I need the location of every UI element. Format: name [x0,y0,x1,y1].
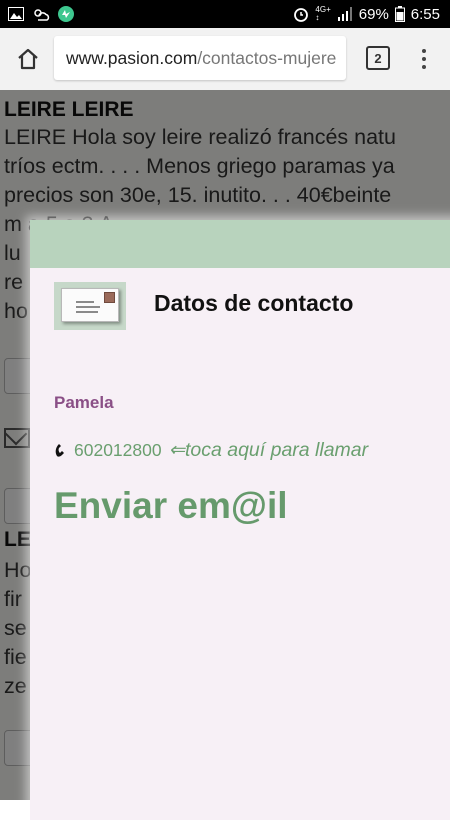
url-domain: www.pasion.com [66,47,198,68]
alarm-icon [293,6,309,22]
phone-link[interactable]: 602012800 ⇐toca aquí para llamar [54,438,368,462]
menu-dot [422,65,426,69]
tab-switcher-button[interactable]: 2 [366,46,390,70]
battery-percent: 69% [358,5,389,23]
home-icon [16,48,40,70]
contact-modal: Datos de contacto Pamela 602012800 ⇐toca… [30,220,450,820]
modal-header-bar [30,220,450,268]
status-bar: 4G+ ↕ 69% 6:55 [0,0,450,28]
address-bar[interactable]: www.pasion.com/contactos-mujere [54,36,346,80]
battery-icon [394,6,405,22]
modal-title: Datos de contacto [154,290,354,316]
send-email-link[interactable]: Enviar em@il [54,485,288,527]
app-notification-icon [58,6,74,22]
menu-dot [422,49,426,53]
envelope-icon [61,288,119,322]
phone-number[interactable]: 602012800 [74,440,162,461]
clock: 6:55 [410,5,440,23]
url-path: /contactos-mujere [197,47,337,68]
url-text: www.pasion.com/contactos-mujere [54,48,336,69]
browser-toolbar: www.pasion.com/contactos-mujere 2 [0,28,450,91]
call-hint: ⇐toca aquí para llamar [168,439,369,461]
phone-icon [54,442,70,458]
home-button[interactable] [12,43,44,75]
signal-icon [337,7,353,21]
menu-button[interactable] [414,42,434,76]
weather-icon [32,7,50,21]
image-icon [8,7,24,21]
contact-card-icon [54,282,126,330]
stamp-icon [104,292,115,303]
contact-name: Pamela [54,393,114,412]
network-type: 4G+ ↕ [315,5,331,22]
menu-dot [422,57,426,61]
